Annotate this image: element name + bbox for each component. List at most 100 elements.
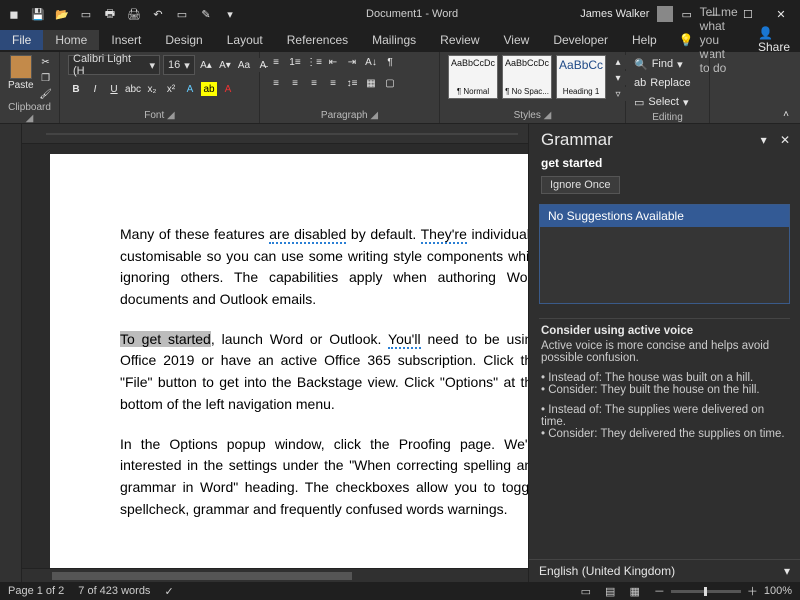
copy-icon[interactable]: ❐ bbox=[38, 71, 54, 85]
page-number[interactable]: Page 1 of 2 bbox=[8, 585, 64, 597]
open-icon[interactable]: 📂 bbox=[54, 6, 70, 22]
more-icon[interactable]: ▾ bbox=[222, 6, 238, 22]
borders-icon[interactable]: ▢ bbox=[382, 76, 398, 90]
align-left-icon[interactable]: ≡ bbox=[268, 76, 284, 90]
quickprint-icon[interactable]: 🖨 bbox=[126, 6, 142, 22]
style-heading1[interactable]: AaBbCcHeading 1 bbox=[556, 55, 606, 99]
styles-up-icon[interactable]: ▴ bbox=[610, 55, 626, 69]
undo-icon[interactable]: ↶ bbox=[150, 6, 166, 22]
advice-body: Active voice is more concise and helps a… bbox=[541, 340, 788, 364]
redo-icon[interactable]: ▭ bbox=[174, 6, 190, 22]
ribbon-tabs: File Home Insert Design Layout Reference… bbox=[0, 28, 800, 52]
zoom-knob[interactable] bbox=[704, 587, 707, 596]
tab-insert[interactable]: Insert bbox=[99, 30, 153, 50]
paragraph-3[interactable]: In the Options popup window, click the P… bbox=[120, 434, 528, 521]
clipboard-launcher-icon[interactable]: ◢ bbox=[26, 113, 34, 124]
format-painter-icon[interactable]: 🖌 bbox=[38, 87, 54, 101]
line-spacing-icon[interactable]: ↕≡ bbox=[344, 76, 360, 90]
advice-title: Consider using active voice bbox=[541, 325, 788, 337]
style-normal[interactable]: AaBbCcDc¶ Normal bbox=[448, 55, 498, 99]
indent-inc-icon[interactable]: ⇥ bbox=[344, 55, 360, 69]
justify-icon[interactable]: ≡ bbox=[325, 76, 341, 90]
zoom-in-icon[interactable]: ＋ bbox=[747, 583, 758, 599]
tab-mailings[interactable]: Mailings bbox=[360, 30, 428, 50]
italic-button[interactable]: I bbox=[87, 82, 103, 96]
ignore-once-button[interactable]: Ignore Once bbox=[541, 176, 620, 194]
tab-references[interactable]: References bbox=[275, 30, 360, 50]
style-no-spacing[interactable]: AaBbCcDc¶ No Spac... bbox=[502, 55, 552, 99]
text-effects-icon[interactable]: A bbox=[182, 82, 198, 96]
align-center-icon[interactable]: ≡ bbox=[287, 76, 303, 90]
select-button[interactable]: ▭Select ▾ bbox=[634, 93, 689, 111]
new-icon[interactable]: ▭ bbox=[78, 6, 94, 22]
tab-design[interactable]: Design bbox=[153, 30, 214, 50]
font-size-combo[interactable]: 16▾ bbox=[163, 55, 195, 75]
squiggle-are-disabled[interactable]: are disabled bbox=[269, 226, 346, 244]
paragraph-launcher-icon[interactable]: ◢ bbox=[370, 110, 378, 121]
font-color-icon[interactable]: A bbox=[220, 82, 236, 96]
bold-button[interactable]: B bbox=[68, 82, 84, 96]
find-button[interactable]: 🔍Find ▾ bbox=[634, 55, 683, 73]
zoom-slider[interactable] bbox=[671, 590, 741, 593]
highlight-icon[interactable]: ab bbox=[201, 82, 217, 96]
scroll-thumb[interactable] bbox=[52, 572, 352, 580]
share-button[interactable]: 👤 Share bbox=[748, 26, 800, 54]
pane-close-icon[interactable]: ✕ bbox=[780, 133, 790, 147]
tab-file[interactable]: File bbox=[0, 30, 43, 50]
tab-home[interactable]: Home bbox=[43, 30, 99, 50]
replace-button[interactable]: abReplace bbox=[634, 74, 691, 92]
styles-more-icon[interactable]: ▿ bbox=[610, 87, 626, 101]
underline-button[interactable]: U bbox=[106, 82, 122, 96]
view-web-icon[interactable]: ▦ bbox=[629, 585, 639, 598]
grow-font-icon[interactable]: A▴ bbox=[198, 58, 214, 72]
zoom-value[interactable]: 100% bbox=[764, 585, 792, 597]
view-print-icon[interactable]: ▤ bbox=[605, 585, 615, 598]
pane-options-icon[interactable]: ▾ bbox=[761, 133, 767, 147]
font-launcher-icon[interactable]: ◢ bbox=[167, 110, 175, 121]
no-suggestions-header[interactable]: No Suggestions Available bbox=[540, 205, 789, 227]
squiggle-youll[interactable]: You'll bbox=[388, 331, 421, 349]
align-right-icon[interactable]: ≡ bbox=[306, 76, 322, 90]
sort-icon[interactable]: A↓ bbox=[363, 55, 379, 69]
highlighted-phrase[interactable]: To get started bbox=[120, 331, 211, 347]
print-icon[interactable]: 🖶 bbox=[102, 6, 118, 22]
multilevel-icon[interactable]: ⋮≡ bbox=[306, 55, 322, 69]
styles-launcher-icon[interactable]: ◢ bbox=[544, 110, 552, 121]
styles-down-icon[interactable]: ▾ bbox=[610, 71, 626, 85]
user-name[interactable]: James Walker bbox=[580, 8, 649, 20]
page[interactable]: Many of these features are disabled by d… bbox=[50, 154, 528, 582]
view-read-icon[interactable]: ▭ bbox=[581, 585, 591, 598]
paragraph-2[interactable]: To get started, launch Word or Outlook. … bbox=[120, 329, 528, 416]
squiggle-theyre[interactable]: They're bbox=[421, 226, 467, 244]
tab-developer[interactable]: Developer bbox=[541, 30, 620, 50]
save-icon[interactable]: 💾 bbox=[30, 6, 46, 22]
horizontal-scrollbar[interactable] bbox=[22, 568, 528, 582]
touch-icon[interactable]: ✎ bbox=[198, 6, 214, 22]
collapse-ribbon-icon[interactable]: ˄ bbox=[778, 107, 794, 121]
word-count[interactable]: 7 of 423 words bbox=[78, 585, 150, 597]
cut-icon[interactable]: ✂ bbox=[38, 55, 54, 69]
change-case-icon[interactable]: Aa bbox=[236, 58, 252, 72]
zoom-control[interactable]: － ＋ 100% bbox=[654, 583, 792, 599]
zoom-out-icon[interactable]: － bbox=[654, 583, 665, 599]
paste-button[interactable]: Paste bbox=[8, 55, 34, 91]
numbering-icon[interactable]: 1≡ bbox=[287, 55, 303, 69]
subscript-button[interactable]: x₂ bbox=[144, 82, 160, 96]
strike-button[interactable]: abc bbox=[125, 82, 141, 96]
tab-review[interactable]: Review bbox=[428, 30, 491, 50]
document-viewport[interactable]: Many of these features are disabled by d… bbox=[22, 124, 528, 582]
shading-icon[interactable]: ▦ bbox=[363, 76, 379, 90]
indent-dec-icon[interactable]: ⇤ bbox=[325, 55, 341, 69]
font-name-combo[interactable]: Calibri Light (H▾ bbox=[68, 55, 160, 75]
close-button[interactable]: ✕ bbox=[766, 8, 796, 21]
superscript-button[interactable]: x² bbox=[163, 82, 179, 96]
bullets-icon[interactable]: ≡ bbox=[268, 55, 284, 69]
tab-layout[interactable]: Layout bbox=[215, 30, 275, 50]
shrink-font-icon[interactable]: A▾ bbox=[217, 58, 233, 72]
tab-help[interactable]: Help bbox=[620, 30, 669, 50]
show-marks-icon[interactable]: ¶ bbox=[382, 55, 398, 69]
tab-view[interactable]: View bbox=[492, 30, 542, 50]
proofing-icon[interactable]: ✓ bbox=[164, 585, 173, 598]
language-selector[interactable]: English (United Kingdom) ▾ bbox=[529, 559, 800, 582]
paragraph-1[interactable]: Many of these features are disabled by d… bbox=[120, 224, 528, 311]
